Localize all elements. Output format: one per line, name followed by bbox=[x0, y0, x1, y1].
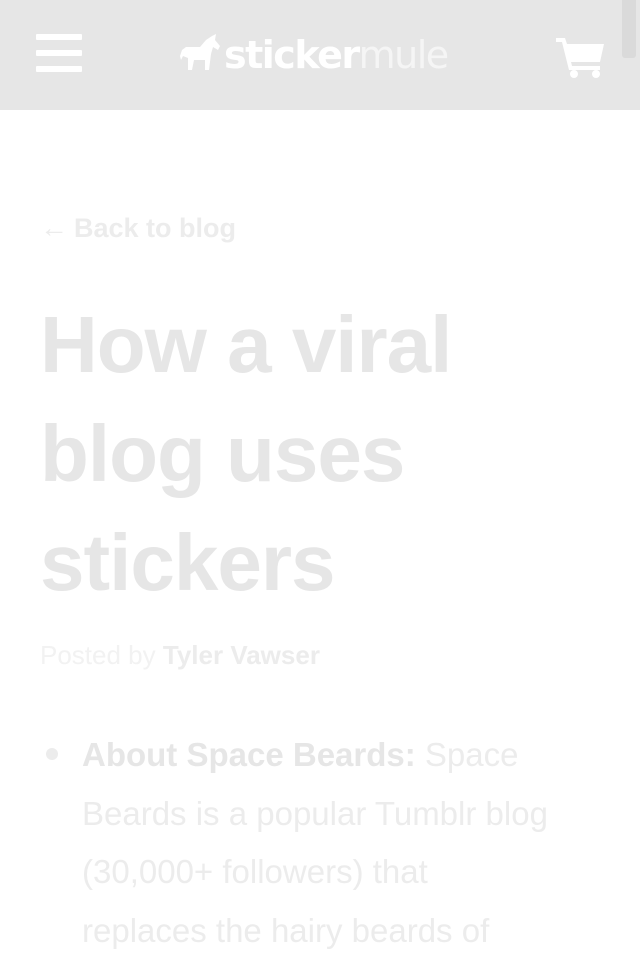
bullet-lead: About Space Beards: bbox=[82, 736, 416, 773]
author-link[interactable]: Tyler Vawser bbox=[163, 640, 320, 670]
site-header: sticker mule bbox=[0, 0, 640, 110]
bullet-text: (30,000+ followers) that bbox=[82, 853, 428, 890]
back-to-blog-link[interactable]: ← Back to blog bbox=[40, 212, 236, 244]
bullet-list: About Space Beards: Space Beards is a po… bbox=[40, 726, 620, 960]
scroll-edge bbox=[622, 0, 636, 58]
logo-text-mule: mule bbox=[358, 33, 450, 77]
hamburger-menu-icon[interactable] bbox=[36, 34, 82, 74]
byline: Posted by Tyler Vawser bbox=[40, 640, 320, 671]
title-line: How a viral bbox=[40, 300, 452, 389]
article-title: How a viral blog uses stickers bbox=[40, 290, 600, 617]
list-item: About Space Beards: Space Beards is a po… bbox=[40, 726, 620, 960]
bullet-text: replaces the hairy beards of bbox=[82, 911, 490, 949]
title-line: stickers bbox=[40, 518, 335, 607]
back-arrow-icon: ← bbox=[40, 212, 68, 243]
stickermule-logo[interactable]: sticker mule bbox=[178, 30, 450, 80]
back-link-label: Back to blog bbox=[74, 212, 237, 243]
bullet-dot bbox=[46, 748, 58, 760]
bullet-text: Beards is a popular Tumblr blog bbox=[82, 794, 548, 832]
shopping-cart-icon[interactable] bbox=[556, 36, 606, 78]
logo-text-sticker: sticker bbox=[224, 33, 360, 77]
title-line: blog uses bbox=[40, 409, 405, 498]
mule-icon bbox=[180, 34, 220, 70]
bullet-text: Space bbox=[415, 736, 519, 773]
byline-prefix: Posted by bbox=[40, 640, 156, 670]
